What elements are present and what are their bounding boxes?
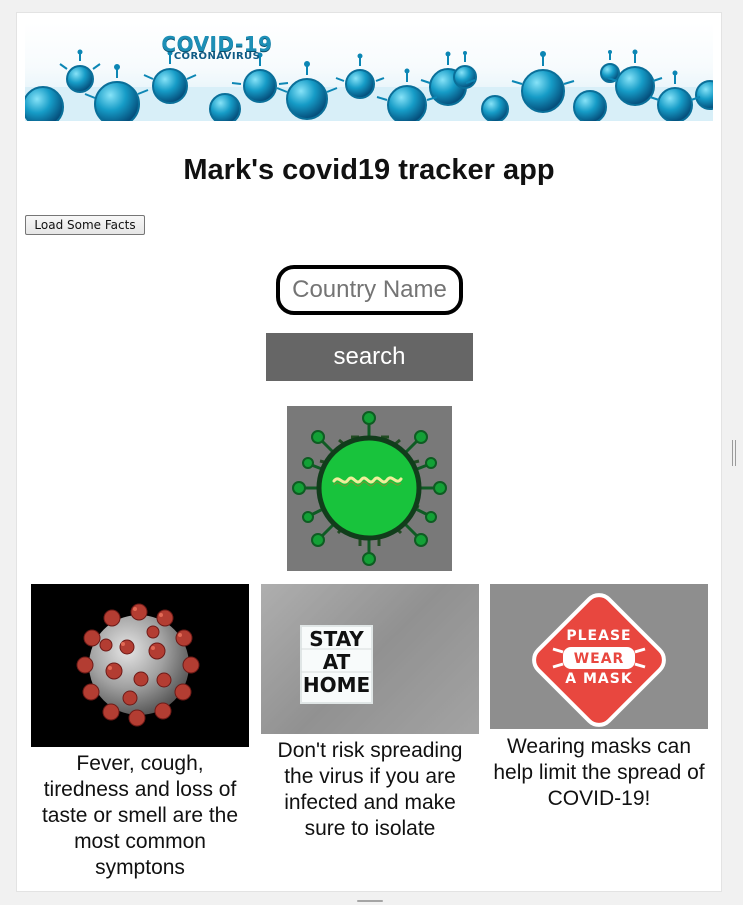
resize-grip-icon[interactable] bbox=[732, 440, 736, 466]
please-wear-mask-sign-icon: PLEASE WEAR A MASK bbox=[490, 584, 708, 729]
app-window: COVID-19 CORONAVIRUS Mark's covid19 trac… bbox=[16, 12, 722, 892]
bottom-resize-grip-icon[interactable] bbox=[357, 900, 383, 902]
load-facts-button[interactable]: Load Some Facts bbox=[25, 215, 145, 235]
covid-banner: COVID-19 CORONAVIRUS bbox=[25, 23, 713, 121]
home-sign-line: HOME bbox=[303, 673, 370, 697]
green-virus-icon bbox=[287, 406, 452, 571]
search-button[interactable]: search bbox=[266, 333, 473, 381]
symptoms-caption: Fever, cough, tiredness and loss of tast… bbox=[41, 752, 239, 879]
coronavirus-microscope-icon bbox=[31, 584, 249, 747]
virus-banner-illustration bbox=[25, 49, 713, 121]
at-sign-line: AT bbox=[323, 650, 351, 674]
banner-subtitle: CORONAVIRUS bbox=[173, 51, 261, 62]
country-search-input[interactable] bbox=[276, 265, 463, 315]
mask-caption: Wearing masks can help limit the spread … bbox=[493, 735, 705, 810]
page-title: Mark's covid19 tracker app bbox=[183, 154, 555, 186]
isolation-caption: Don't risk spreading the virus if you ar… bbox=[277, 739, 463, 840]
stay-at-home-sign-icon: STAY AT HOME bbox=[261, 584, 479, 734]
please-sign-line: PLEASE bbox=[566, 628, 631, 644]
wear-sign-line: WEAR bbox=[574, 651, 625, 667]
mask-sign-line: A MASK bbox=[565, 671, 633, 687]
stay-sign-line: STAY bbox=[309, 627, 364, 651]
